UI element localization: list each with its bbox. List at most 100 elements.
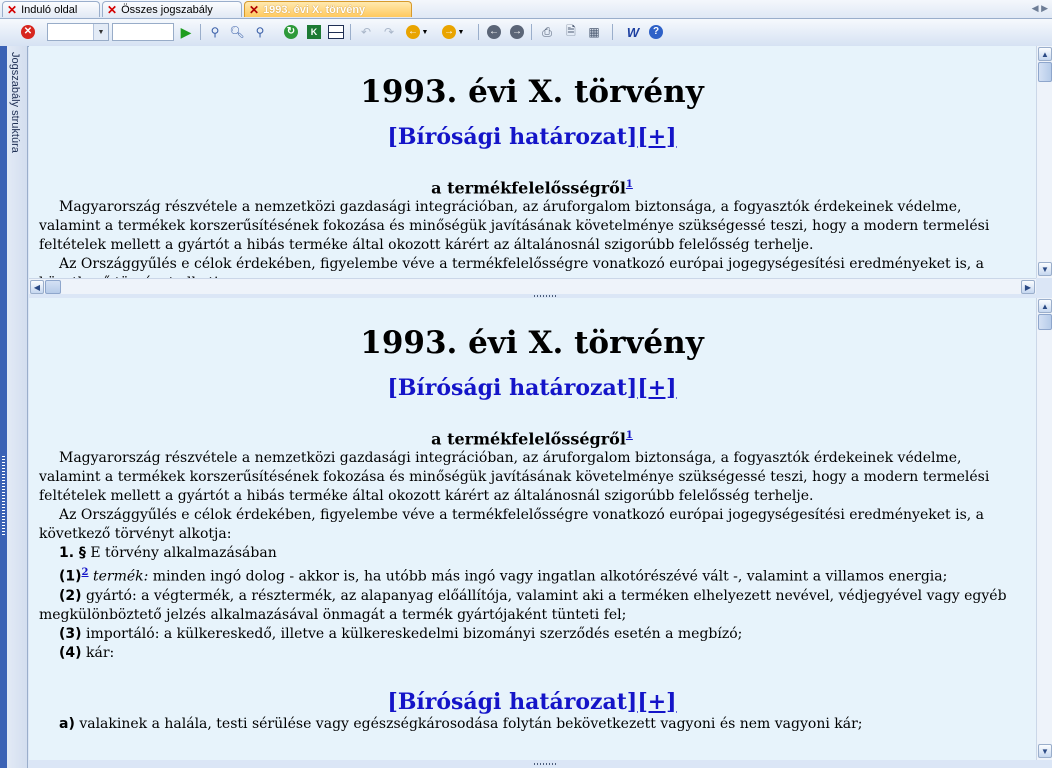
tab-scroll-arrows[interactable]: ◀ ▶: [1032, 3, 1048, 14]
stop-button[interactable]: ✕: [19, 23, 37, 41]
item-text: valakinek a halála, testi sérülése vagy …: [79, 715, 863, 732]
print-button[interactable]: ⎙: [538, 23, 556, 41]
section-number: 1. §: [59, 545, 86, 562]
back-dropdown[interactable]: ▼: [420, 23, 430, 41]
document-subtitle: a termékfelelősségről1: [29, 426, 1035, 449]
document-content: 1993. évi X. törvény [Bírósági határozat…: [29, 298, 1035, 734]
document-pane-top: 1993. évi X. törvény [Bírósági határozat…: [29, 46, 1052, 278]
close-icon[interactable]: ✕: [7, 4, 17, 16]
help-button[interactable]: ?: [647, 23, 665, 41]
court-decision-heading: [Bírósági határozat][+]: [29, 124, 1035, 150]
excel-button[interactable]: K: [305, 23, 323, 41]
tab-current-law[interactable]: ✕ 1993. évi X. törvény: [244, 1, 412, 17]
subtitle-text: a termékfelelősségről: [431, 429, 626, 449]
stop-icon: ✕: [21, 25, 35, 39]
item-text: gyártó: a végtermék, a résztermék, az al…: [39, 587, 1007, 623]
preamble-paragraph: Magyarország részvétele a nemzetközi gaz…: [39, 450, 990, 505]
binoculars-icon: ⚲: [210, 25, 220, 39]
arrow-right-icon: →: [442, 25, 456, 39]
find-next-button[interactable]: ⚲: [251, 23, 269, 41]
scroll-right-button[interactable]: ▶: [1021, 280, 1035, 294]
arrow-left-icon: ←: [487, 25, 501, 39]
excel-icon: K: [307, 25, 321, 39]
scroll-down-button[interactable]: ▼: [1038, 262, 1052, 276]
play-icon: ▶: [180, 23, 192, 40]
scroll-left-button[interactable]: ◀: [30, 280, 44, 294]
redo-icon: ↷: [383, 25, 395, 39]
footnote-link[interactable]: 2: [82, 567, 89, 578]
scroll-down-button[interactable]: ▼: [1038, 744, 1052, 758]
court-decision-link[interactable]: [Bírósági határozat]: [387, 124, 637, 150]
section-text: E törvény alkalmazásában: [90, 545, 277, 562]
prev-button[interactable]: ←: [485, 23, 503, 41]
go-button[interactable]: ▶: [177, 23, 195, 41]
item-1: (1)2 termék: minden ingó dolog - akkor i…: [29, 563, 1035, 587]
chevron-down-icon[interactable]: ▼: [93, 24, 108, 40]
zoom-combo[interactable]: ▼: [47, 23, 109, 41]
layout-icon: ▦: [588, 25, 600, 39]
footnote-link[interactable]: 1: [626, 430, 633, 441]
scroll-up-button[interactable]: ▲: [1038, 47, 1052, 61]
chevron-down-icon: ▼: [457, 28, 465, 36]
close-icon[interactable]: ✕: [107, 4, 117, 16]
print-preview-icon: 🗎: [566, 23, 576, 38]
word-icon: W: [626, 24, 640, 40]
item-number: a): [59, 715, 75, 732]
undo-button[interactable]: ↶: [357, 23, 375, 41]
document-title: 1993. évi X. törvény: [360, 74, 704, 110]
find-button[interactable]: 🔍︎: [228, 23, 246, 41]
bottom-splitter[interactable]: [29, 760, 1052, 768]
word-button[interactable]: W: [624, 23, 642, 41]
preamble-paragraph-2: Az Országgyűlés e célok érdekében, figye…: [39, 507, 985, 543]
court-decision-link[interactable]: [Bírósági határozat]: [387, 689, 637, 715]
sidebar-grip[interactable]: [2, 456, 5, 536]
item-text: minden ingó dolog - akkor is, ha utóbb m…: [152, 568, 948, 585]
item-text: kár:: [86, 644, 115, 661]
item-4: (4) kár:: [29, 644, 1035, 663]
next-button[interactable]: →: [508, 23, 526, 41]
refresh-button[interactable]: ↻: [282, 23, 300, 41]
item-3: (3) importáló: a külkereskedő, illetve a…: [29, 625, 1035, 644]
tab-label: 1993. évi X. törvény: [263, 3, 366, 16]
layout-button[interactable]: ▦: [585, 23, 603, 41]
split-view-icon: [328, 25, 344, 39]
tab-label: Induló oldal: [21, 3, 78, 16]
arrow-right-icon: →: [510, 25, 524, 39]
close-icon[interactable]: ✕: [249, 4, 259, 16]
scroll-thumb[interactable]: [1038, 62, 1052, 82]
chevron-down-icon: ▼: [421, 28, 429, 36]
structure-sidebar[interactable]: Jogszabály struktúra: [0, 46, 28, 768]
court-decision-link[interactable]: [Bírósági határozat]: [387, 375, 637, 401]
split-view-button[interactable]: [327, 23, 345, 41]
scroll-thumb[interactable]: [45, 280, 61, 294]
bottom-pane-vertical-scrollbar[interactable]: ▲ ▼: [1036, 298, 1052, 760]
top-pane-horizontal-scrollbar[interactable]: ◀ ▶: [29, 278, 1036, 294]
footnote-link[interactable]: 1: [626, 179, 633, 190]
item-text: importáló: a külkereskedő, illetve a kül…: [86, 625, 743, 642]
print-preview-button[interactable]: 🗎: [562, 23, 580, 41]
scroll-thumb[interactable]: [1038, 314, 1052, 330]
forward-dropdown[interactable]: ▼: [456, 23, 466, 41]
expand-link[interactable]: [+]: [637, 375, 676, 401]
expand-link[interactable]: [+]: [637, 124, 676, 150]
structure-sidebar-label[interactable]: Jogszabály struktúra: [9, 52, 21, 153]
section-1: 1. § E törvény alkalmazásában: [29, 544, 1035, 563]
search-input[interactable]: [112, 23, 174, 41]
tab-all-laws[interactable]: ✕ Összes jogszabály: [102, 1, 242, 17]
undo-icon: ↶: [360, 25, 372, 39]
item-term: termék:: [92, 568, 149, 585]
search-button[interactable]: ⚲: [206, 23, 224, 41]
document-subtitle: a termékfelelősségről1: [29, 175, 1035, 198]
expand-link[interactable]: [+]: [637, 689, 676, 715]
redo-button[interactable]: ↷: [380, 23, 398, 41]
document-title: 1993. évi X. törvény: [360, 325, 704, 361]
scroll-up-button[interactable]: ▲: [1038, 299, 1052, 313]
tab-start-page[interactable]: ✕ Induló oldal: [2, 1, 100, 17]
find-next-icon: ⚲: [255, 25, 265, 39]
tab-bar: ✕ Induló oldal ✕ Összes jogszabály ✕ 199…: [0, 0, 1052, 19]
top-pane-vertical-scrollbar[interactable]: ▲ ▼: [1036, 46, 1052, 278]
help-icon: ?: [649, 25, 663, 39]
subtitle-text: a termékfelelősségről: [431, 178, 626, 198]
tab-label: Összes jogszabály: [121, 3, 213, 16]
preamble-paragraph: Magyarország részvétele a nemzetközi gaz…: [39, 199, 990, 254]
